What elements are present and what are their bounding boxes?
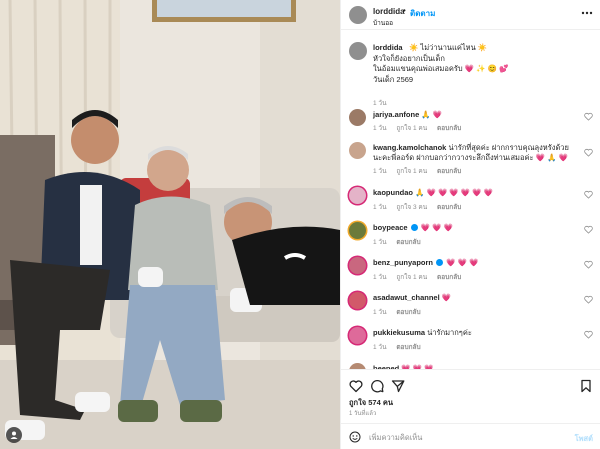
post-comment-button[interactable]: โพสต์: [575, 433, 593, 445]
comment-meta: 1 วัน ตอบกลับ: [373, 307, 429, 317]
comment-avatar[interactable]: [349, 142, 366, 159]
caption-line: ในอ้อมแขนคุณพ่อเสมอครับ 💗 ✨ 😊 💕: [373, 64, 509, 73]
author-username[interactable]: lorddida: [373, 7, 405, 16]
comment-meta: 1 วัน ถูกใจ 1 คน ตอบกลับ: [373, 272, 469, 282]
verified-badge-icon: [410, 224, 418, 231]
comment-likes[interactable]: ถูกใจ 1 คน: [396, 168, 427, 175]
comment-body: 🙏 💗 💗 💗 💗 💗 💗: [415, 188, 493, 197]
verified-badge-icon: [436, 259, 444, 266]
comment-likes[interactable]: ถูกใจ 1 คน: [396, 125, 427, 132]
comment-likes[interactable]: ถูกใจ 1 คน: [396, 274, 427, 281]
post-photo[interactable]: [0, 0, 340, 449]
reply-button[interactable]: ตอบกลับ: [396, 309, 420, 316]
reply-button[interactable]: ตอบกลับ: [396, 344, 420, 351]
heart-icon[interactable]: [349, 379, 363, 393]
comment-meta: 1 วัน ถูกใจ 3 คน ตอบกลับ: [373, 202, 469, 212]
comment-avatar[interactable]: [349, 327, 366, 344]
follow-button[interactable]: ติดตาม: [410, 7, 435, 20]
share-icon[interactable]: [391, 379, 405, 393]
reply-button[interactable]: ตอบกลับ: [396, 239, 420, 246]
comment-meta: 1 วัน ถูกใจ 1 คน ตอบกลับ: [373, 123, 469, 133]
comment-avatar[interactable]: [349, 257, 366, 274]
comments-list[interactable]: lorddida ☀️ ไม่ว่านานแค่ไหน ☀️ หัวใจก็ยั…: [341, 31, 600, 369]
comment-username[interactable]: pukkiekusuma: [373, 328, 425, 337]
comment-username[interactable]: asadawut_channel: [373, 293, 440, 302]
bookmark-icon[interactable]: [579, 379, 593, 393]
comment-meta: 1 วัน ตอบกลับ: [373, 237, 429, 247]
comment-time: 1 วัน: [373, 204, 387, 211]
comment-time: 1 วัน: [373, 274, 387, 281]
comment-icon[interactable]: [370, 379, 384, 393]
reply-button[interactable]: ตอบกลับ: [437, 204, 461, 211]
heart-icon[interactable]: [584, 112, 593, 121]
comment-body: 💗 💗 💗: [446, 258, 479, 267]
reply-button[interactable]: ตอบกลับ: [437, 168, 461, 175]
caption-avatar[interactable]: [349, 42, 367, 60]
comment-text: benz_punyaporn 💗 💗 💗: [373, 258, 578, 268]
comment-body: 💗: [441, 293, 452, 302]
comment-body: น่ารักมากๆค่ะ: [427, 328, 472, 337]
comment-text: kaopundao 🙏 💗 💗 💗 💗 💗 💗: [373, 188, 578, 198]
add-comment-bar: โพสต์: [341, 423, 600, 449]
comment-username[interactable]: kaopundao: [373, 188, 413, 197]
post-date: 1 วันที่แล้ว: [349, 411, 377, 417]
heart-icon[interactable]: [584, 148, 593, 157]
comment-text: pukkiekusuma น่ารักมากๆค่ะ: [373, 328, 578, 338]
comment-username[interactable]: jariya.anfone: [373, 110, 419, 119]
post-location[interactable]: บ้านออ: [373, 18, 393, 28]
caption-line: ☀️ ไม่ว่านานแค่ไหน ☀️: [409, 43, 488, 52]
heart-icon[interactable]: [584, 330, 593, 339]
comment-avatar[interactable]: [349, 222, 366, 239]
heart-icon[interactable]: [584, 295, 593, 304]
header-separator: •: [403, 6, 406, 15]
comment-text: asadawut_channel 💗: [373, 293, 578, 303]
smile-icon[interactable]: [349, 431, 361, 443]
comment-time: 1 วัน: [373, 344, 387, 351]
comment-text: jariya.anfone 🙏 💗: [373, 110, 578, 120]
comment-meta: 1 วัน ถูกใจ 1 คน ตอบกลับ: [373, 166, 469, 176]
comment-username[interactable]: benz_punyaporn: [373, 258, 433, 267]
comment-text: boypeace 💗 💗 💗: [373, 223, 578, 233]
author-avatar[interactable]: [349, 6, 367, 24]
post-header: lorddida • ติดตาม บ้านออ: [341, 0, 600, 30]
comment-likes[interactable]: ถูกใจ 3 คน: [396, 204, 427, 211]
heart-icon[interactable]: [584, 225, 593, 234]
reply-button[interactable]: ตอบกลับ: [437, 274, 461, 281]
comment-text: kwang.kamolchanok น่ารักที่สุดค่ะ ฝากกรา…: [373, 143, 578, 163]
heart-icon[interactable]: [584, 260, 593, 269]
comment-avatar[interactable]: [349, 187, 366, 204]
comment-body: 🙏 💗: [421, 110, 443, 119]
post-side-panel: lorddida • ติดตาม บ้านออ lorddida ☀️ ไม่…: [340, 0, 600, 449]
caption-time: 1 วัน: [373, 100, 387, 107]
comment-meta: 1 วัน ตอบกลับ: [373, 342, 429, 352]
comment-time: 1 วัน: [373, 309, 387, 316]
comment-body: 💗 💗 💗: [420, 223, 453, 232]
comment-avatar[interactable]: [349, 292, 366, 309]
reply-button[interactable]: ตอบกลับ: [437, 125, 461, 132]
more-icon[interactable]: [581, 10, 593, 16]
heart-icon[interactable]: [584, 190, 593, 199]
comment-time: 1 วัน: [373, 239, 387, 246]
comment-avatar[interactable]: [349, 109, 366, 126]
comment-time: 1 วัน: [373, 125, 387, 132]
comment-username[interactable]: kwang.kamolchanok: [373, 143, 446, 152]
caption-username[interactable]: lorddida: [373, 43, 403, 52]
caption-line: วันเด็ก 2569: [373, 75, 414, 84]
comment-username[interactable]: boypeace: [373, 223, 408, 232]
family-photo-illustration: [0, 0, 340, 449]
caption-line: หัวใจก็ยังอยากเป็นเด็ก: [373, 54, 445, 63]
post-actions: ถูกใจ 574 คน 1 วันที่แล้ว: [341, 369, 600, 417]
comment-input[interactable]: [369, 430, 559, 444]
user-tag-icon[interactable]: [6, 427, 22, 443]
comment-time: 1 วัน: [373, 168, 387, 175]
